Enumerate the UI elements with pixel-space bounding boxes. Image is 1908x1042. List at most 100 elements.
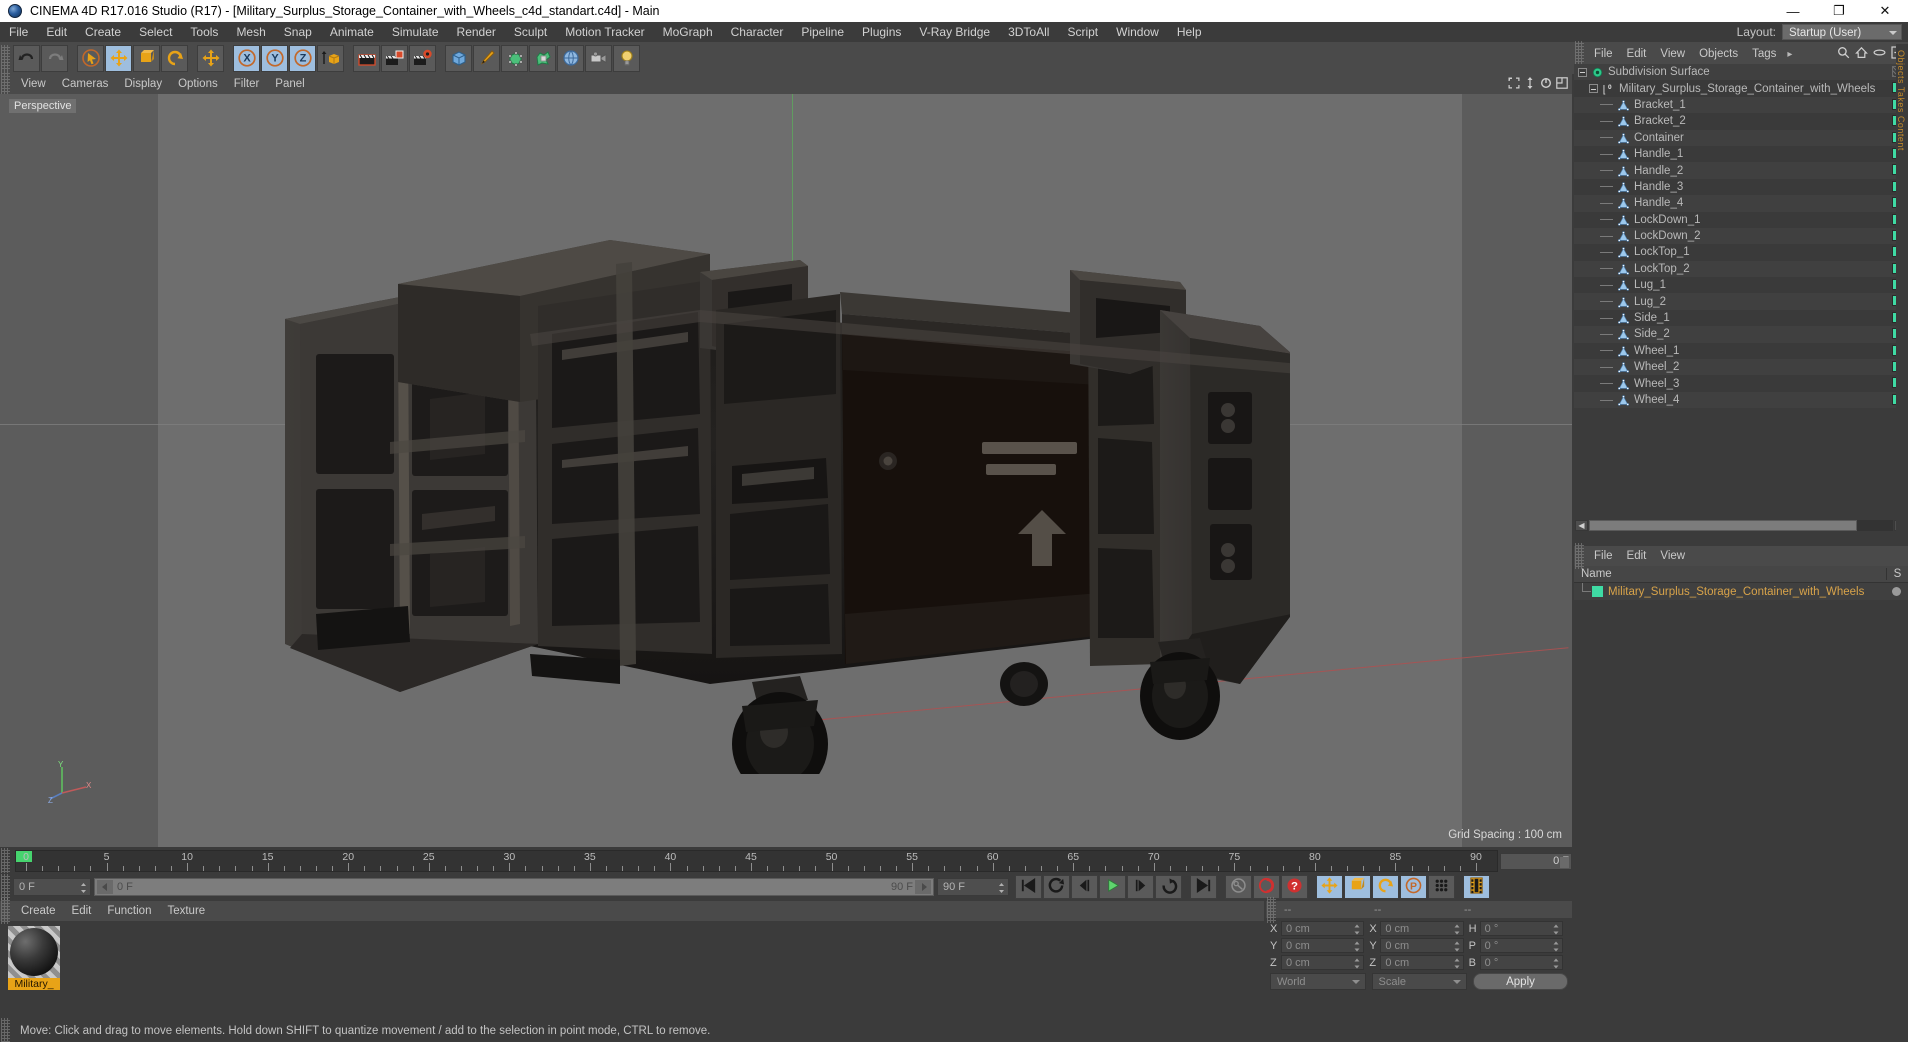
coord-field-rotation[interactable]: 0 ° — [1479, 921, 1563, 936]
object-row[interactable]: Handle_3 — [1574, 178, 1908, 196]
menu-item-mesh[interactable]: Mesh — [227, 22, 274, 42]
object-row[interactable]: LockDown_2 — [1574, 227, 1908, 245]
material-manager-menu-function[interactable]: Function — [99, 901, 159, 921]
coord-field-position[interactable]: 0 cm — [1281, 955, 1365, 970]
status-bar-grip[interactable] — [1, 1018, 10, 1042]
timeline-end-spinner[interactable] — [1560, 856, 1569, 868]
coord-spinner[interactable] — [1354, 958, 1360, 969]
structure-row[interactable]: Military_Surplus_Storage_Container_with_… — [1574, 583, 1908, 600]
rotation-key-button[interactable] — [1372, 874, 1399, 899]
object-manager-menu-objects[interactable]: Objects — [1692, 44, 1745, 64]
timeline-end-field[interactable]: 0 F — [1500, 852, 1572, 870]
structure-manager-menu-view[interactable]: View — [1653, 546, 1692, 566]
object-row[interactable]: Handle_2 — [1574, 162, 1908, 179]
play-forward-button[interactable] — [1099, 874, 1126, 899]
viewport-layout-icon[interactable] — [1556, 76, 1568, 92]
structure-manager-menu-file[interactable]: File — [1587, 546, 1620, 566]
docked-panel-tabs-strip[interactable]: Objects Takes Content — [1896, 44, 1908, 538]
menu-item-simulate[interactable]: Simulate — [383, 22, 448, 42]
object-manager-menu-view[interactable]: View — [1653, 44, 1692, 64]
menu-item-help[interactable]: Help — [1168, 22, 1211, 42]
menu-item-3dtoall[interactable]: 3DToAll — [999, 22, 1058, 42]
viewport-rotate-icon[interactable] — [1540, 77, 1552, 92]
coordinate-mode-dropdown[interactable]: Scale — [1371, 973, 1467, 990]
object-row[interactable]: Bracket_1 — [1574, 96, 1908, 114]
ellipse-icon[interactable] — [1873, 46, 1886, 62]
coord-field-size[interactable]: 0 cm — [1380, 938, 1464, 953]
object-row[interactable]: Wheel_2 — [1574, 359, 1908, 376]
previous-frame-button[interactable] — [1071, 874, 1098, 899]
scale-tool-button[interactable] — [133, 44, 160, 72]
live-selection-button[interactable] — [77, 44, 104, 72]
redo-button[interactable] — [41, 44, 68, 72]
object-manager-menu-file[interactable]: File — [1587, 44, 1620, 64]
move-tool-button[interactable] — [105, 44, 132, 72]
object-row[interactable]: Side_2 — [1574, 326, 1908, 343]
material-manager-menu-edit[interactable]: Edit — [64, 901, 100, 921]
viewport-move-icon[interactable] — [1524, 76, 1536, 92]
menu-item-create[interactable]: Create — [76, 22, 130, 42]
object-row[interactable]: Lug_2 — [1574, 293, 1908, 310]
object-row[interactable]: Container — [1574, 129, 1908, 146]
viewport-canvas[interactable]: Perspective Grid Spacing : 100 cm Y X Z — [0, 94, 1572, 847]
coord-spinner[interactable] — [1354, 941, 1360, 952]
coord-field-size[interactable]: 0 cm — [1380, 921, 1464, 936]
coord-spinner[interactable] — [1454, 924, 1460, 935]
add-generator-button[interactable] — [501, 44, 528, 72]
menu-item-motion-tracker[interactable]: Motion Tracker — [556, 22, 653, 42]
object-manager-menu-tags[interactable]: Tags — [1745, 44, 1783, 64]
menu-item-character[interactable]: Character — [722, 22, 793, 42]
menu-item-tools[interactable]: Tools — [181, 22, 227, 42]
chevron-right-icon[interactable]: ▸ — [1783, 49, 1796, 60]
maximize-button[interactable]: ❐ — [1816, 0, 1862, 22]
object-manager-hscrollbar[interactable]: ◀ ▶ — [1574, 518, 1908, 532]
undo-button[interactable] — [13, 44, 40, 72]
object-row[interactable]: Subdivision Surface — [1574, 64, 1908, 81]
material-manager-grip[interactable] — [1, 898, 10, 924]
expander-toggle[interactable] — [1589, 84, 1598, 94]
coord-spinner[interactable] — [1454, 958, 1460, 969]
timeline-ruler[interactable]: 0 5 10 15 20 25 30 35 40 45 50 55 60 65 70 75 80 85 90 — [15, 850, 1498, 872]
object-row[interactable]: Wheel_4 — [1574, 391, 1908, 409]
z-axis-button[interactable]: Z — [289, 44, 316, 72]
record-active-objects-button[interactable] — [1225, 874, 1252, 899]
menu-item-mograph[interactable]: MoGraph — [654, 22, 722, 42]
material-name[interactable]: Military_ — [8, 978, 60, 990]
go-to-end-button[interactable] — [1190, 874, 1217, 899]
preview-range-right-handle[interactable] — [915, 879, 931, 894]
expander-toggle[interactable] — [1578, 67, 1587, 77]
object-row[interactable]: Handle_4 — [1574, 195, 1908, 212]
viewport-menu-filter[interactable]: Filter — [226, 74, 268, 94]
object-row[interactable]: LockTop_2 — [1574, 260, 1908, 278]
y-axis-button[interactable]: Y — [261, 44, 288, 72]
timeline-grip[interactable] — [1, 848, 10, 874]
viewport-menu-options[interactable]: Options — [170, 74, 226, 94]
rotate-tool-button[interactable] — [161, 44, 188, 72]
menu-item-script[interactable]: Script — [1058, 22, 1107, 42]
add-environment-button[interactable] — [557, 44, 584, 72]
object-row[interactable]: Lug_1 — [1574, 277, 1908, 294]
play-reverse-button[interactable] — [1043, 874, 1070, 899]
menu-item-select[interactable]: Select — [130, 22, 181, 42]
go-to-start-button[interactable] — [1015, 874, 1042, 899]
scroll-thumb[interactable] — [1589, 519, 1857, 531]
viewport-maximize-icon[interactable] — [1508, 77, 1520, 92]
max-frame-field[interactable]: 90 F — [937, 877, 1009, 896]
material-manager-menu-create[interactable]: Create — [13, 901, 64, 921]
structure-manager-menu-edit[interactable]: Edit — [1620, 546, 1654, 566]
transport-grip[interactable] — [1, 873, 10, 900]
3d-model-military-container[interactable] — [280, 214, 1290, 774]
object-row[interactable]: Side_1 — [1574, 309, 1908, 327]
keyframe-selection-button[interactable]: ? — [1281, 874, 1308, 899]
world-object-axis-button[interactable] — [317, 44, 344, 72]
viewport-menu-display[interactable]: Display — [116, 74, 170, 94]
structure-row-status-dot[interactable] — [1892, 587, 1901, 596]
scale-key-button[interactable] — [1344, 874, 1371, 899]
menu-item-snap[interactable]: Snap — [275, 22, 321, 42]
object-row[interactable]: Bracket_2 — [1574, 113, 1908, 130]
material-preview[interactable] — [8, 926, 60, 978]
add-light-button[interactable] — [613, 44, 640, 72]
close-button[interactable]: ✕ — [1862, 0, 1908, 22]
object-row[interactable]: LockDown_1 — [1574, 211, 1908, 228]
object-row[interactable]: LockTop_1 — [1574, 244, 1908, 261]
